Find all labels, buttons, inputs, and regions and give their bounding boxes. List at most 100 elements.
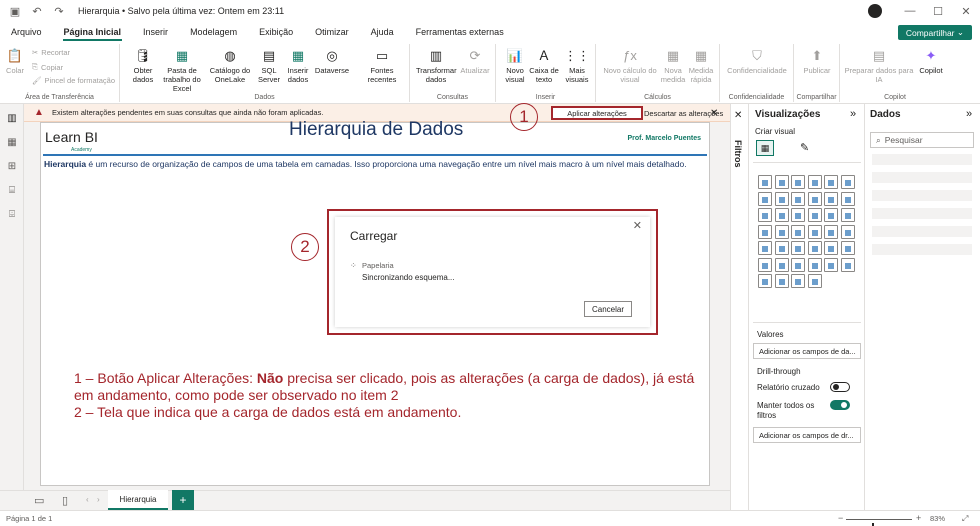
new-visual-calc-button[interactable]: ƒx Novo cálculo do visual [600,46,660,85]
dataverse-button[interactable]: ◎ Dataverse [312,46,352,76]
donut-icon[interactable] [824,208,838,222]
kpi-icon[interactable] [774,241,789,255]
minimize-icon[interactable]: — [896,5,924,17]
excel-button[interactable]: ▦ Pasta de trabalho do Excel [160,46,204,94]
multi-row-card-icon[interactable] [758,241,772,255]
paginated-report-icon[interactable] [840,257,855,272]
transform-data-button[interactable]: ▥ Transformar dados [416,46,457,85]
next-page-icon[interactable]: › [97,495,100,504]
drillthrough-field-well[interactable]: Adicionar os campos de dr... [753,427,861,443]
new-visual-button[interactable]: 📊 Novo visual [502,46,528,85]
zoom-in-icon[interactable]: + [916,513,921,523]
model-view-icon[interactable]: ⊞ [6,160,18,172]
more-visuals-button[interactable]: ⋮⋮ Mais visuais [562,46,592,85]
recent-sources-button[interactable]: ▭ Fontes recentes [360,46,404,85]
format-visual-tab-icon[interactable]: ✎ [800,141,809,154]
share-button[interactable]: Compartilhar ⌄ [897,25,972,40]
clustered-bar-icon[interactable] [791,175,805,189]
card-new-icon[interactable] [791,274,805,288]
stacked-column-icon[interactable] [774,175,789,189]
tab-external-tools[interactable]: Ferramentas externas [405,22,515,42]
line-chart-icon[interactable] [758,191,772,206]
pie-icon[interactable] [807,208,822,222]
page-tab-hierarquia[interactable]: Hierarquia [108,490,168,510]
sql-server-button[interactable]: ▤ SQL Server [256,46,282,85]
collapse-viz-icon[interactable]: » [850,108,856,120]
line-column-icon[interactable] [807,191,822,206]
quick-measure-button[interactable]: ▦ Medida rápida [686,46,716,85]
report-view-icon[interactable]: ▥ [6,112,18,124]
python-visual-icon[interactable] [758,257,772,272]
power-automate-icon[interactable] [774,274,789,288]
cut-button[interactable]: ✂ Recortar [32,48,70,57]
table-visual-icon[interactable] [807,241,822,255]
slicer-icon[interactable] [791,241,805,255]
paste-button[interactable]: 📋 Colar [4,46,26,76]
gauge-icon[interactable] [824,224,838,239]
save-icon[interactable]: ▣ [8,4,22,18]
stacked-area-icon[interactable] [791,191,805,206]
narrative-icon[interactable] [824,257,838,272]
close-icon[interactable]: ✕ [952,5,980,18]
maximize-icon[interactable]: ☐ [924,5,952,18]
text-box-button[interactable]: Ａ Caixa de texto [528,46,560,85]
tab-file[interactable]: Arquivo [0,22,53,42]
fit-page-icon[interactable]: ⤢ [962,514,968,524]
new-measure-button[interactable]: ▦ Nova medida [660,46,686,85]
collapse-data-icon[interactable]: » [966,108,972,120]
add-page-icon[interactable]: + [172,490,194,510]
tmdl-view-icon[interactable]: ⌹ [6,208,18,220]
stacked-column-100-icon[interactable] [840,175,855,189]
dialog-close-icon[interactable]: ✕ [633,219,642,232]
qa-icon[interactable] [807,257,822,272]
desktop-layout-icon[interactable]: ▭ [34,494,44,507]
funnel-icon[interactable] [774,208,789,222]
stacked-bar-100-icon[interactable] [824,175,838,189]
line-stacked-column-icon[interactable] [824,191,838,206]
cancel-button[interactable]: Cancelar [584,301,632,317]
stacked-bar-icon[interactable] [758,175,772,189]
scatter-icon[interactable] [791,208,805,222]
table-view-icon[interactable]: ▦ [6,136,18,148]
undo-icon[interactable]: ↶ [30,4,44,18]
build-visual-tab-icon[interactable]: ▦ [756,140,774,156]
keep-filters-toggle[interactable] [830,400,850,410]
azure-map-icon[interactable] [791,224,805,239]
publish-button[interactable]: ⬆ Publicar [798,46,836,76]
filters-collapse-icon[interactable]: ✕ [734,110,742,121]
enter-data-button[interactable]: ▦ Inserir dados [284,46,312,85]
key-influencers-icon[interactable] [774,257,789,272]
prepare-ai-button[interactable]: ▤ Preparar dados para IA [844,46,914,85]
filters-label[interactable]: Filtros [733,140,743,168]
mobile-layout-icon[interactable]: ▯ [62,494,68,507]
tab-help[interactable]: Ajuda [360,22,405,42]
tab-modeling[interactable]: Modelagem [179,22,248,42]
matrix-icon[interactable] [824,241,838,255]
copy-button[interactable]: ⎘ Copiar [32,62,63,72]
power-apps-icon[interactable] [758,274,772,288]
zoom-out-icon[interactable]: − [838,513,843,523]
data-search-input[interactable]: ⌕ Pesquisar [870,132,974,148]
filled-map-icon[interactable] [774,224,789,239]
zoom-slider[interactable] [846,519,912,526]
ribbon-chart-icon[interactable] [840,191,855,206]
area-chart-icon[interactable] [774,191,789,206]
close-warning-icon[interactable]: ✕ [710,108,718,119]
tab-view[interactable]: Exibição [248,22,304,42]
treemap-icon[interactable] [840,208,855,222]
refresh-button[interactable]: ⟳ Atualizar [458,46,492,76]
cross-report-toggle[interactable] [830,382,850,392]
onelake-button[interactable]: ◍ Catálogo do OneLake [208,46,252,85]
avatar[interactable] [868,4,882,18]
decomposition-tree-icon[interactable] [791,257,805,272]
waterfall-icon[interactable] [758,208,772,222]
values-field-well[interactable]: Adicionar os campos de da... [753,343,861,359]
tab-optimize[interactable]: Otimizar [304,22,360,42]
card-icon[interactable] [840,224,855,239]
apply-changes-button[interactable]: Aplicar alterações [551,106,643,120]
dax-query-view-icon[interactable]: ⌸ [6,184,18,196]
shape-map-icon[interactable] [807,224,822,239]
redo-icon[interactable]: ↷ [52,4,66,18]
clustered-column-icon[interactable] [807,175,822,189]
tab-home[interactable]: Página Inicial [53,22,133,42]
